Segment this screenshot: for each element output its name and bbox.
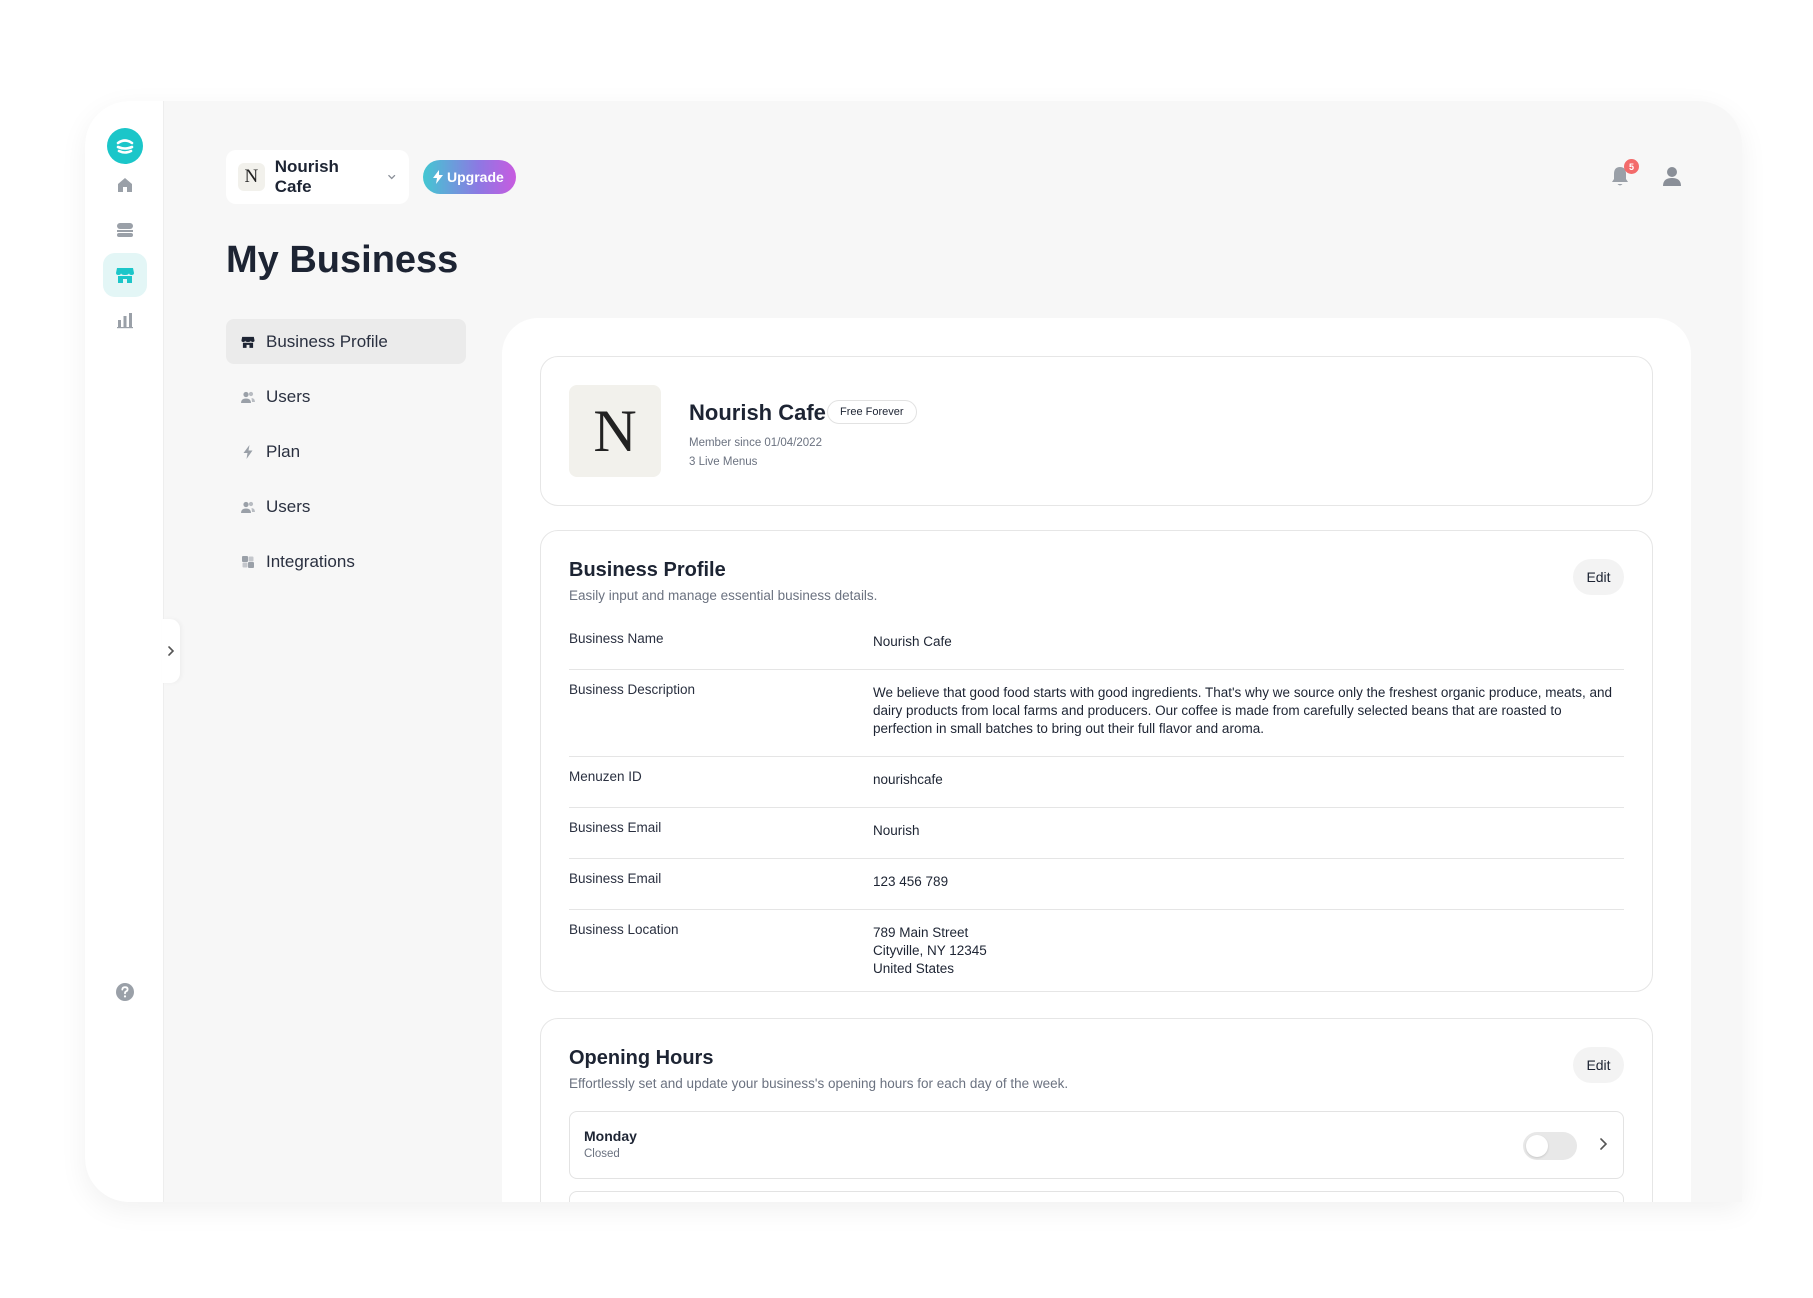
app-window: N Nourish Cafe Upgrade 5 My Business Bus…: [85, 101, 1742, 1202]
home-icon[interactable]: [103, 163, 147, 207]
business-subnav: Business Profile Users Plan Users Integr…: [226, 319, 466, 594]
notification-badge: 5: [1624, 159, 1639, 174]
bolt-icon: [243, 444, 253, 459]
icon-rail: [85, 101, 164, 1202]
day-name: Monday: [584, 1128, 637, 1144]
profile-row-business-description: Business Description We believe that goo…: [569, 670, 1624, 757]
subnav-item-label: Integrations: [266, 551, 355, 571]
field-value: nourishcafe: [873, 772, 943, 787]
profile-row-business-name: Business Name Nourish Cafe: [569, 619, 1624, 670]
field-value: 789 Main Street Cityville, NY 12345 Unit…: [873, 925, 987, 976]
profile-row-business-location: Business Location 789 Main Street Cityvi…: [569, 910, 1624, 996]
subnav-item-label: Plan: [266, 441, 301, 461]
business-header-card: N Nourish Cafe Free Forever Member since…: [540, 356, 1653, 506]
day-open-toggle[interactable]: [1523, 1132, 1577, 1160]
field-value: We believe that good food starts with go…: [873, 685, 1612, 736]
field-value: Nourish Cafe: [873, 634, 952, 649]
field-label: Business Description: [569, 682, 696, 697]
subnav-item-users[interactable]: Users: [226, 374, 466, 419]
field-label: Business Name: [569, 631, 664, 646]
field-value: Nourish: [873, 823, 920, 838]
section-title: Opening Hours: [569, 1047, 714, 1069]
subnav-item-label: Users: [266, 496, 311, 516]
business-switcher[interactable]: N Nourish Cafe: [226, 150, 409, 204]
field-value: 123 456 789: [873, 874, 949, 889]
puzzle-icon: [242, 555, 254, 568]
day-row-next[interactable]: [569, 1191, 1624, 1202]
main-panel: N Nourish Cafe Free Forever Member since…: [502, 318, 1691, 1202]
profile-row-business-phone: Business Email 123 456 789: [569, 859, 1624, 910]
chevron-right-icon[interactable]: [1597, 1136, 1609, 1152]
section-subtitle: Effortlessly set and update your busines…: [569, 1076, 1069, 1091]
toggle-knob: [1526, 1135, 1548, 1157]
upgrade-label: Upgrade: [447, 169, 504, 185]
day-row-monday[interactable]: Monday Closed: [569, 1111, 1624, 1179]
menu-icon[interactable]: [103, 208, 147, 252]
member-since: Member since 01/04/2022: [689, 437, 822, 449]
day-status: Closed: [584, 1148, 620, 1160]
edit-profile-button[interactable]: Edit: [1573, 559, 1624, 595]
store-icon[interactable]: [103, 253, 147, 297]
field-label: Business Location: [569, 922, 679, 937]
subnav-item-label: Business Profile: [266, 331, 388, 351]
section-title: Business Profile: [569, 559, 726, 581]
users-icon: [241, 501, 255, 513]
business-logo: N: [569, 385, 661, 477]
live-menus-count: 3 Live Menus: [689, 456, 758, 468]
chevron-down-icon: [387, 174, 395, 180]
subnav-item-business-profile[interactable]: Business Profile: [226, 319, 466, 364]
users-icon: [241, 391, 255, 403]
logo-icon[interactable]: [107, 128, 143, 164]
page-title: My Business: [226, 239, 459, 281]
help-icon[interactable]: [103, 970, 147, 1014]
user-account-icon[interactable]: [1659, 163, 1687, 191]
notifications-button[interactable]: 5: [1607, 159, 1639, 191]
business-logo: N: [238, 163, 265, 191]
business-name: Nourish Cafe: [689, 400, 826, 425]
profile-fields: Business Name Nourish Cafe Business Desc…: [569, 619, 1624, 996]
profile-row-menuzen-id: Menuzen ID nourishcafe: [569, 757, 1624, 808]
profile-row-business-email: Business Email Nourish: [569, 808, 1624, 859]
section-subtitle: Easily input and manage essential busine…: [569, 588, 878, 603]
store-icon: [241, 336, 255, 348]
subnav-item-users[interactable]: Users: [226, 484, 466, 529]
plan-badge: Free Forever: [827, 400, 917, 424]
field-label: Business Email: [569, 820, 662, 835]
subnav-item-integrations[interactable]: Integrations: [226, 539, 466, 584]
business-profile-card: Business Profile Easily input and manage…: [540, 530, 1653, 992]
subnav-item-plan[interactable]: Plan: [226, 429, 466, 474]
chart-icon[interactable]: [103, 298, 147, 342]
field-label: Business Email: [569, 871, 662, 886]
edit-hours-button[interactable]: Edit: [1573, 1047, 1624, 1083]
business-switcher-name: Nourish Cafe: [274, 157, 339, 196]
upgrade-button[interactable]: Upgrade: [423, 160, 516, 194]
subnav-item-label: Users: [266, 386, 311, 406]
chevron-right-icon[interactable]: [162, 619, 180, 683]
bolt-icon: [433, 170, 443, 184]
opening-hours-card: Opening Hours Effortlessly set and updat…: [540, 1018, 1653, 1202]
field-label: Menuzen ID: [569, 769, 642, 784]
